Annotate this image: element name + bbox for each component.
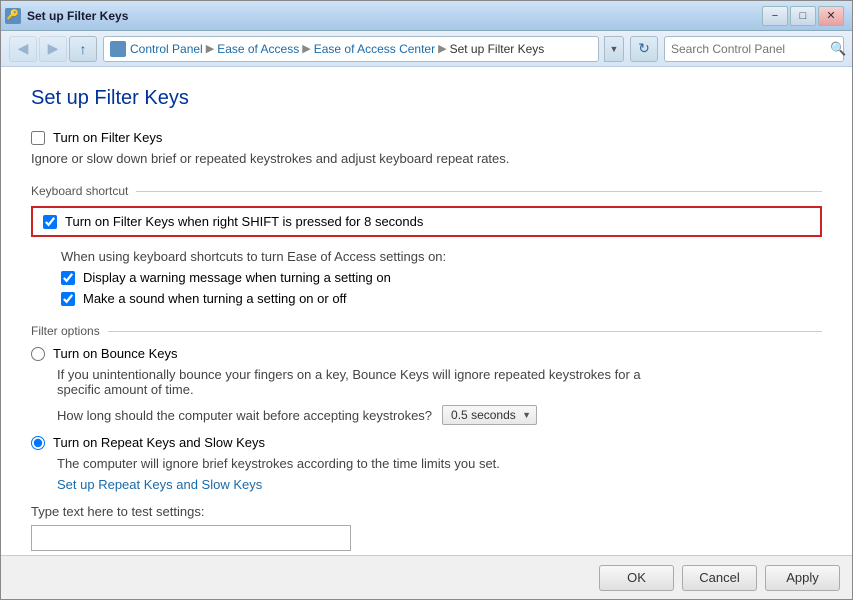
wait-dropdown-wrapper: 0.5 seconds 1 second 2 seconds 3 seconds [442, 405, 537, 425]
wait-dropdown[interactable]: 0.5 seconds 1 second 2 seconds 3 seconds [442, 405, 537, 425]
address-bar: ◀ ▶ ↑ Control Panel ▶ Ease of Access ▶ E… [1, 31, 852, 67]
minimize-button[interactable]: − [762, 6, 788, 26]
bounce-keys-label: Turn on Bounce Keys [53, 346, 178, 361]
wait-label: How long should the computer wait before… [57, 408, 432, 423]
filter-options-divider [108, 331, 822, 332]
test-section: Type text here to test settings: [31, 504, 822, 551]
main-window: 🔑 Set up Filter Keys − □ ✕ ◀ ▶ ↑ Control… [0, 0, 853, 600]
test-label: Type text here to test settings: [31, 504, 822, 519]
apply-button[interactable]: Apply [765, 565, 840, 591]
sub-section: When using keyboard shortcuts to turn Ea… [61, 249, 822, 306]
filter-options-section: Filter options Turn on Bounce Keys If yo… [31, 324, 822, 551]
nav-buttons: ◀ ▶ ↑ [9, 36, 97, 62]
breadcrumb-icon [110, 41, 126, 57]
repeat-keys-description-block: The computer will ignore brief keystroke… [57, 456, 822, 492]
title-bar-left: 🔑 Set up Filter Keys [5, 8, 128, 24]
title-bar: 🔑 Set up Filter Keys − □ ✕ [1, 1, 852, 31]
display-warning-checkbox[interactable] [61, 271, 75, 285]
maximize-button[interactable]: □ [790, 6, 816, 26]
back-button[interactable]: ◀ [9, 36, 37, 62]
keyboard-shortcut-section: Keyboard shortcut [31, 184, 822, 198]
display-warning-row: Display a warning message when turning a… [61, 270, 822, 285]
up-button[interactable]: ↑ [69, 36, 97, 62]
bounce-keys-row: Turn on Bounce Keys [31, 346, 822, 361]
repeat-description: The computer will ignore brief keystroke… [57, 456, 822, 471]
highlighted-checkbox-row: Turn on Filter Keys when right SHIFT is … [31, 206, 822, 237]
filter-options-label: Filter options [31, 324, 100, 338]
breadcrumb-control-panel[interactable]: Control Panel [130, 42, 203, 56]
refresh-button[interactable]: ↻ [630, 36, 658, 62]
repeat-keys-link[interactable]: Set up Repeat Keys and Slow Keys [57, 477, 262, 492]
bounce-keys-description: If you unintentionally bounce your finge… [57, 367, 822, 425]
close-button[interactable]: ✕ [818, 6, 844, 26]
keyboard-shortcut-label: Keyboard shortcut [31, 184, 128, 198]
display-warning-label: Display a warning message when turning a… [83, 270, 391, 285]
filter-options-label-row: Filter options [31, 324, 822, 338]
window-icon: 🔑 [5, 8, 21, 24]
search-icon: 🔍 [830, 41, 846, 57]
section-divider [136, 191, 822, 192]
forward-button[interactable]: ▶ [39, 36, 67, 62]
test-input[interactable] [31, 525, 351, 551]
top-checkbox-row: Turn on Filter Keys [31, 130, 822, 145]
make-sound-label: Make a sound when turning a setting on o… [83, 291, 347, 306]
sub-options-label: When using keyboard shortcuts to turn Ea… [61, 249, 822, 264]
filter-keys-shortcut-label: Turn on Filter Keys when right SHIFT is … [65, 214, 423, 229]
breadcrumb-ease-of-access[interactable]: Ease of Access [217, 42, 299, 56]
repeat-keys-radio[interactable] [31, 436, 45, 450]
make-sound-row: Make a sound when turning a setting on o… [61, 291, 822, 306]
page-title: Set up Filter Keys [31, 87, 822, 110]
button-bar: OK Cancel Apply [1, 555, 852, 599]
repeat-keys-row: Turn on Repeat Keys and Slow Keys [31, 435, 822, 450]
title-bar-controls: − □ ✕ [762, 6, 844, 26]
breadcrumb-items: Control Panel ▶ Ease of Access ▶ Ease of… [130, 42, 544, 56]
breadcrumb-ease-of-access-center[interactable]: Ease of Access Center [314, 42, 435, 56]
turn-on-filter-keys-label: Turn on Filter Keys [53, 130, 162, 145]
bounce-keys-radio[interactable] [31, 347, 45, 361]
breadcrumb-dropdown-button[interactable]: ▼ [604, 36, 624, 62]
make-sound-checkbox[interactable] [61, 292, 75, 306]
breadcrumb-current: Set up Filter Keys [450, 42, 545, 56]
bounce-description-1: If you unintentionally bounce your finge… [57, 367, 822, 382]
content-area: Set up Filter Keys Turn on Filter Keys I… [1, 67, 852, 555]
filter-keys-shortcut-checkbox[interactable] [43, 215, 57, 229]
ok-button[interactable]: OK [599, 565, 674, 591]
breadcrumb-bar: Control Panel ▶ Ease of Access ▶ Ease of… [103, 36, 599, 62]
main-area: Set up Filter Keys Turn on Filter Keys I… [1, 67, 852, 555]
repeat-keys-label: Turn on Repeat Keys and Slow Keys [53, 435, 265, 450]
filter-keys-description: Ignore or slow down brief or repeated ke… [31, 151, 822, 166]
wait-row: How long should the computer wait before… [57, 405, 822, 425]
bounce-description-2: specific amount of time. [57, 382, 822, 397]
cancel-button[interactable]: Cancel [682, 565, 757, 591]
search-box: 🔍 [664, 36, 844, 62]
search-input[interactable] [671, 42, 826, 56]
window-title: Set up Filter Keys [27, 9, 128, 23]
turn-on-filter-keys-checkbox[interactable] [31, 131, 45, 145]
